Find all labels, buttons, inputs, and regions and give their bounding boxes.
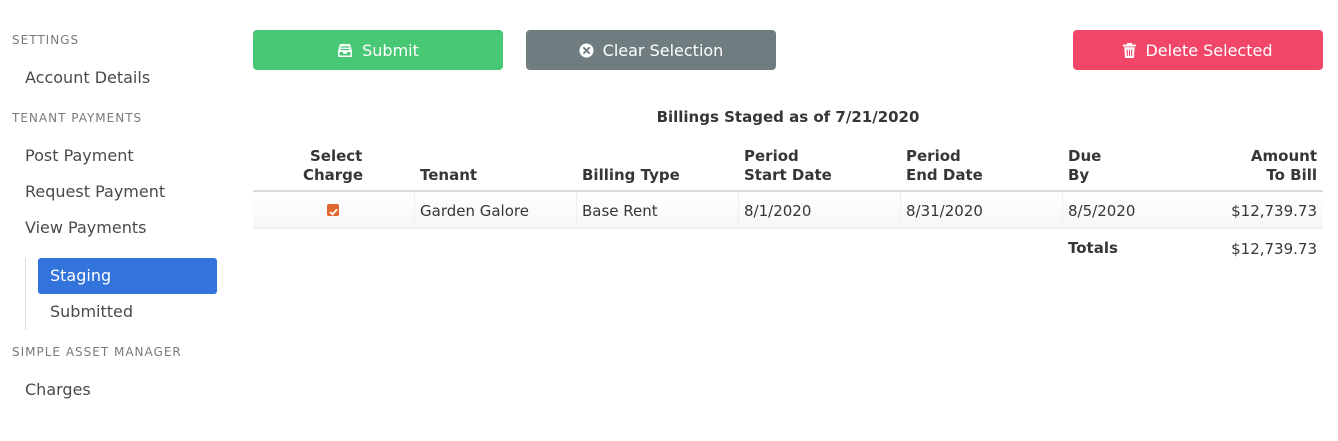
column-separator: [414, 192, 415, 229]
sidebar-item-submitted[interactable]: Submitted: [38, 294, 217, 330]
table-caption: Billings Staged as of 7/21/2020: [656, 108, 920, 126]
select-charge-checkbox[interactable]: [327, 204, 339, 216]
cell-period-start: 8/1/2020: [744, 202, 812, 220]
trash-icon: [1123, 42, 1137, 58]
delete-selected-button-label: Delete Selected: [1145, 40, 1273, 60]
cell-due-by: 8/5/2020: [1068, 202, 1136, 220]
column-separator: [900, 192, 901, 229]
header-tenant: Tenant: [420, 166, 478, 184]
sidebar-item-account-details[interactable]: Account Details: [25, 68, 150, 88]
header-period-end-line2: End Date: [906, 166, 983, 184]
cell-amount: $12,739.73: [1231, 202, 1317, 220]
sidebar-item-staging[interactable]: Staging: [38, 258, 217, 294]
header-period-start-line1: Period: [744, 147, 799, 165]
inbox-tray-icon: [337, 43, 353, 58]
column-separator: [738, 192, 739, 229]
header-due-by-line1: Due: [1068, 147, 1102, 165]
menu-label-simple-asset-manager: SIMPLE ASSET MANAGER: [12, 345, 182, 359]
clear-selection-button-label: Clear Selection: [602, 40, 724, 60]
times-circle-icon: [579, 42, 594, 58]
totals-amount: $12,739.73: [1231, 240, 1317, 258]
cell-period-end: 8/31/2020: [906, 202, 983, 220]
header-due-by-line2: By: [1068, 166, 1090, 184]
clear-selection-button[interactable]: Clear Selection: [526, 30, 776, 70]
header-billing-type: Billing Type: [582, 166, 680, 184]
submenu-divider: [25, 258, 26, 330]
header-amount-line1: Amount: [1250, 147, 1317, 165]
header-select-charge-line2: Charge: [302, 166, 364, 184]
column-separator: [576, 192, 577, 229]
menu-label-settings: SETTINGS: [12, 33, 80, 47]
column-separator: [1062, 192, 1063, 229]
submit-button-label: Submit: [362, 40, 419, 60]
sidebar-item-charges[interactable]: Charges: [25, 380, 91, 400]
header-period-start-line2: Start Date: [744, 166, 832, 184]
delete-selected-button[interactable]: Delete Selected: [1073, 30, 1323, 70]
header-select-charge-line1: Select: [310, 147, 363, 165]
header-amount-line2: To Bill: [1266, 166, 1317, 184]
cell-tenant: Garden Galore: [420, 202, 529, 220]
check-icon: [328, 201, 338, 220]
totals-label: Totals: [1068, 239, 1118, 257]
submit-button[interactable]: Submit: [253, 30, 503, 70]
sidebar-item-post-payment[interactable]: Post Payment: [25, 146, 134, 166]
cell-billing-type: Base Rent: [582, 202, 658, 220]
header-period-end-line1: Period: [906, 147, 961, 165]
sidebar-item-view-payments[interactable]: View Payments: [25, 218, 146, 238]
sidebar-item-request-payment[interactable]: Request Payment: [25, 182, 165, 202]
menu-label-tenant-payments: TENANT PAYMENTS: [12, 111, 143, 125]
sidebar: SETTINGS Account Details TENANT PAYMENTS…: [0, 0, 230, 441]
